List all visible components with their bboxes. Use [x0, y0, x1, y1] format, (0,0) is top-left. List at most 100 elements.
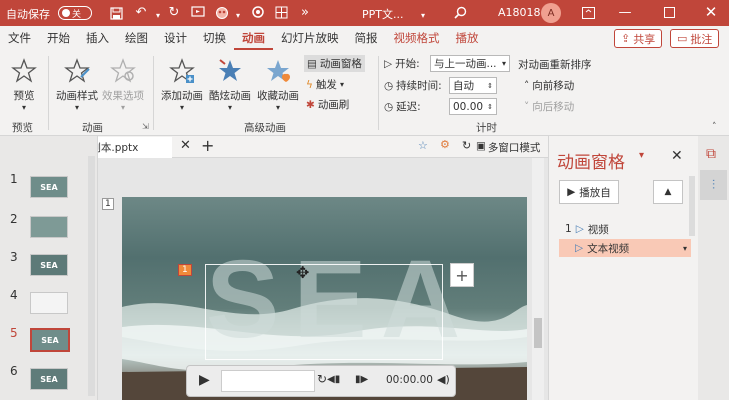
step-forward-icon[interactable]: ▮▶: [355, 374, 368, 385]
tab-animations[interactable]: 动画: [234, 26, 273, 50]
star-wand-icon: [63, 54, 91, 88]
slide-thumbnail[interactable]: SEA: [30, 176, 68, 198]
avatar[interactable]: A: [541, 3, 561, 23]
tab-home[interactable]: 开始: [39, 26, 78, 50]
format-pane-icon[interactable]: ⧉: [706, 146, 716, 162]
loop-icon[interactable]: [250, 4, 266, 20]
animation-item-number: 1: [565, 223, 572, 235]
autosave-toggle[interactable]: 关: [58, 6, 92, 20]
step-back-icon[interactable]: ◀▮: [327, 374, 340, 385]
close-tab-icon[interactable]: ✕: [180, 138, 191, 153]
redo-icon[interactable]: ↻: [166, 4, 182, 20]
volume-icon[interactable]: ◀): [437, 373, 450, 386]
move-earlier-button[interactable]: ˄ 向前移动: [524, 78, 574, 93]
refresh-icon[interactable]: ↻: [317, 372, 327, 386]
search-icon[interactable]: [452, 4, 468, 20]
maximize-icon[interactable]: [661, 4, 677, 20]
tab-briefing[interactable]: 简报: [347, 26, 386, 50]
tab-slideshow[interactable]: 幻灯片放映: [273, 26, 347, 50]
video-controls: ▶ ↻ ◀▮ ▮▶ 00:00.00 ◀): [186, 365, 456, 397]
effect-options-button[interactable]: 效果选项 ▾: [100, 54, 146, 112]
settings-gear-icon[interactable]: ⚙: [440, 138, 450, 151]
slide-thumbnail[interactable]: [30, 292, 68, 314]
undo-icon[interactable]: ↶: [133, 4, 149, 20]
title-dropdown-icon[interactable]: ▾: [415, 7, 431, 23]
clock-icon: ◷: [384, 79, 394, 92]
animation-pane-button[interactable]: ▤ 动画窗格: [304, 55, 365, 72]
grid-icon[interactable]: [273, 4, 289, 20]
thumbnails-scrollbar[interactable]: [88, 156, 95, 396]
paint-icon[interactable]: [214, 5, 230, 21]
start-select[interactable]: 与上一动画... ▾: [430, 55, 510, 72]
preview-label: 预览: [13, 90, 35, 102]
multi-window-button[interactable]: ▣ 多窗口模式: [476, 140, 540, 155]
dialog-launcher-icon[interactable]: ⇲: [142, 122, 149, 131]
slide-thumbnail[interactable]: SEA: [30, 368, 68, 390]
add-animation-button[interactable]: 添加动画 ▾: [158, 54, 206, 112]
animation-styles-button[interactable]: 动画样式 ▾: [54, 54, 100, 112]
minimize-icon[interactable]: —: [617, 4, 633, 20]
tab-playback[interactable]: 播放: [448, 26, 487, 50]
refresh-icon[interactable]: ↻: [462, 139, 471, 152]
add-element-icon[interactable]: +: [450, 263, 474, 287]
slide-number: 2: [10, 212, 18, 226]
start-value: 与上一动画...: [434, 58, 497, 70]
save-icon[interactable]: [108, 5, 124, 21]
slide-thumbnail-selected[interactable]: SEA: [30, 328, 70, 352]
delay-stepper[interactable]: 00.00 ⇕: [449, 98, 497, 115]
animation-pane-toggle-icon[interactable]: ⫶: [700, 170, 727, 200]
animation-list-item[interactable]: 1 ▷ 视频: [559, 220, 689, 238]
slide-video[interactable]: SEA 1 + ✥ ▶ ↻ ◀▮ ▮▶ 00:00.00 ◀): [122, 197, 527, 400]
trigger-button[interactable]: ϟ 触发 ▾: [306, 77, 344, 92]
ribbon-display-icon[interactable]: [580, 5, 596, 21]
pane-scrollbar[interactable]: [689, 176, 695, 236]
preview-dropdown-icon[interactable]: ▾: [22, 103, 26, 112]
share-button[interactable]: ⇪ 共享: [614, 29, 663, 48]
favorite-animation-button[interactable]: 收藏动画 ▾: [254, 54, 302, 112]
tab-transitions[interactable]: 切换: [195, 26, 234, 50]
tab-video-format[interactable]: 视频格式: [386, 26, 448, 50]
canvas-scrollbar[interactable]: [532, 158, 544, 400]
move-earlier-label: 向前移动: [532, 80, 575, 92]
cool-animation-dropdown-icon[interactable]: ▾: [228, 103, 232, 112]
move-later-button[interactable]: ˅ 向后移动: [524, 99, 574, 114]
collapse-ribbon-icon[interactable]: ˄: [712, 122, 717, 132]
animation-list-item-selected[interactable]: ▷ 文本视频 ▾: [559, 239, 691, 257]
tab-insert[interactable]: 插入: [78, 26, 117, 50]
animation-styles-dropdown-icon[interactable]: ▾: [75, 103, 79, 112]
cool-animation-button[interactable]: 酷炫动画 ▾: [206, 54, 254, 112]
effect-options-dropdown-icon[interactable]: ▾: [121, 103, 125, 112]
move-up-button[interactable]: ▲: [653, 180, 683, 204]
scroll-thumb[interactable]: [534, 318, 542, 348]
pane-options-dropdown-icon[interactable]: ▾: [639, 150, 644, 161]
video-progress-bar[interactable]: [221, 370, 315, 392]
preview-button[interactable]: 预览 ▾: [6, 54, 42, 112]
slide-thumbnail[interactable]: [30, 216, 68, 238]
close-pane-icon[interactable]: ✕: [671, 148, 683, 164]
undo-dropdown-icon[interactable]: ▾: [150, 7, 166, 23]
add-animation-dropdown-icon[interactable]: ▾: [180, 103, 184, 112]
close-icon[interactable]: ✕: [703, 3, 719, 21]
tab-draw[interactable]: 绘图: [117, 26, 156, 50]
pin-icon[interactable]: ☆: [418, 139, 428, 152]
play-icon[interactable]: ▶: [199, 372, 210, 388]
animation-painter-button[interactable]: ✱ 动画刷: [306, 97, 349, 112]
tab-design[interactable]: 设计: [156, 26, 195, 50]
favorite-animation-dropdown-icon[interactable]: ▾: [276, 103, 280, 112]
favorite-star-icon: [264, 54, 292, 88]
tab-file[interactable]: 文件: [0, 26, 39, 50]
autosave-label: 自动保存: [6, 8, 50, 21]
new-tab-icon[interactable]: +: [201, 136, 214, 155]
slide-thumbnail[interactable]: SEA: [30, 254, 68, 276]
group-advanced-label: 高级动画: [244, 122, 286, 134]
animation-order-badge[interactable]: 1: [178, 264, 192, 276]
item-dropdown-icon[interactable]: ▾: [683, 244, 687, 253]
slide-number: 1: [10, 172, 18, 186]
present-icon[interactable]: [190, 4, 206, 20]
comment-button[interactable]: ▭ 批注: [670, 29, 720, 48]
duration-stepper[interactable]: 自动 ⇕: [449, 77, 497, 94]
share-icon: ⇪: [621, 32, 631, 45]
play-from-button[interactable]: ▶ 播放自: [559, 180, 619, 204]
more-commands-icon[interactable]: »: [297, 4, 313, 20]
paint-dropdown-icon[interactable]: ▾: [230, 7, 246, 23]
